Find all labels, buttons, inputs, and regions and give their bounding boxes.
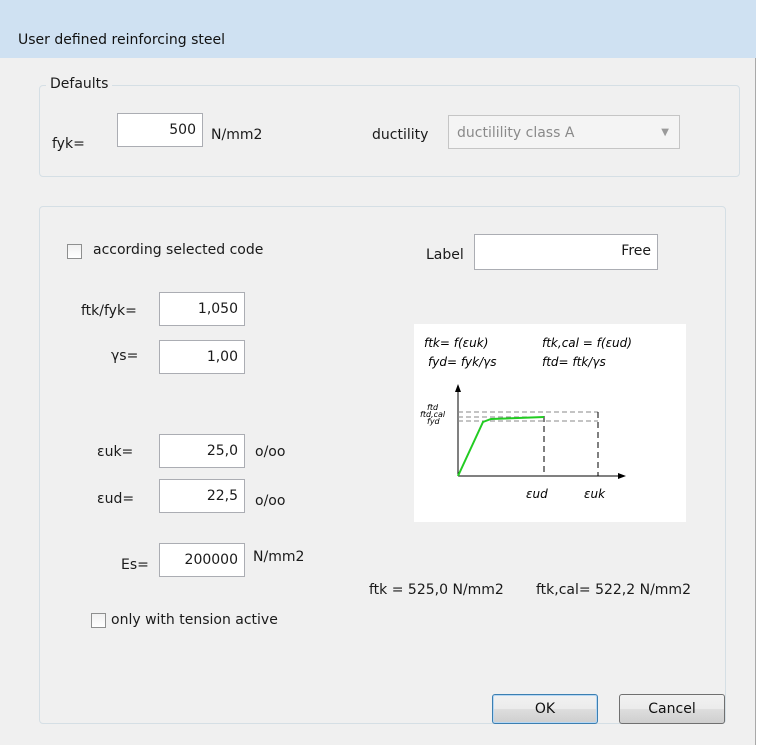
eud-input[interactable]: 22,5 (159, 479, 245, 513)
ductility-label: ductility (372, 127, 429, 143)
formula-ftkcal: ftk,cal = f(εud) (542, 336, 632, 350)
diagram-curve (457, 416, 545, 477)
ductility-select[interactable]: ductilility class A ▼ (448, 115, 680, 149)
chevron-down-icon: ▼ (661, 127, 669, 138)
diagram-x-arrow (618, 473, 626, 479)
fyk-label: fyk= (52, 136, 85, 152)
according-code-checkbox[interactable] (67, 244, 82, 259)
euk-label: εuk= (97, 444, 134, 460)
formula-ftk: ftk= f(εuk) (424, 336, 488, 350)
according-code-label[interactable]: according selected code (93, 242, 263, 258)
result-ftkcal: ftk,cal= 522,2 N/mm2 (536, 582, 691, 598)
label-field-label: Label (426, 247, 464, 263)
fyk-input[interactable]: 500 (117, 113, 203, 147)
gamma-s-input[interactable]: 1,00 (159, 340, 245, 374)
ok-button[interactable]: OK (492, 694, 598, 724)
defaults-legend: Defaults (46, 76, 113, 92)
ductility-select-value: ductilility class A (457, 125, 575, 141)
gamma-s-label: γs= (111, 348, 139, 364)
es-label: Es= (121, 557, 149, 573)
formula-ftd: ftd= ftk/γs (542, 355, 606, 369)
label-input[interactable]: Free (474, 234, 658, 270)
tension-checkbox[interactable] (91, 613, 106, 628)
label-eud: εud (526, 487, 548, 501)
formula-fyd: fyd= fyk/γs (428, 355, 496, 369)
eud-label: εud= (97, 491, 135, 507)
diagram-y-arrow (455, 384, 461, 392)
stress-strain-diagram: ftk= f(εuk) ftk,cal = f(εud) fyd= fyk/γs… (414, 324, 686, 522)
result-ftk: ftk = 525,0 N/mm2 (369, 582, 504, 598)
cancel-button[interactable]: Cancel (619, 694, 725, 724)
dialog-client: Defaults fyk= 500 N/mm2 ductility ductil… (8, 58, 747, 738)
euk-unit: o/oo (255, 444, 286, 460)
label-fyd: fyd (427, 417, 441, 426)
dialog-window: User defined reinforcing steel Defaults … (0, 0, 756, 745)
es-unit: N/mm2 (253, 549, 305, 565)
tension-label[interactable]: only with tension active (111, 612, 278, 628)
fyk-unit: N/mm2 (211, 127, 263, 143)
ftk-fyk-label: ftk/fyk= (81, 303, 137, 319)
es-input[interactable]: 200000 (159, 543, 245, 577)
window-title: User defined reinforcing steel (18, 32, 225, 48)
euk-input[interactable]: 25,0 (159, 434, 245, 468)
title-bar[interactable]: User defined reinforcing steel (0, 0, 756, 58)
eud-unit: o/oo (255, 493, 286, 509)
label-euk: εuk (584, 487, 606, 501)
ftk-fyk-input[interactable]: 1,050 (159, 292, 245, 326)
